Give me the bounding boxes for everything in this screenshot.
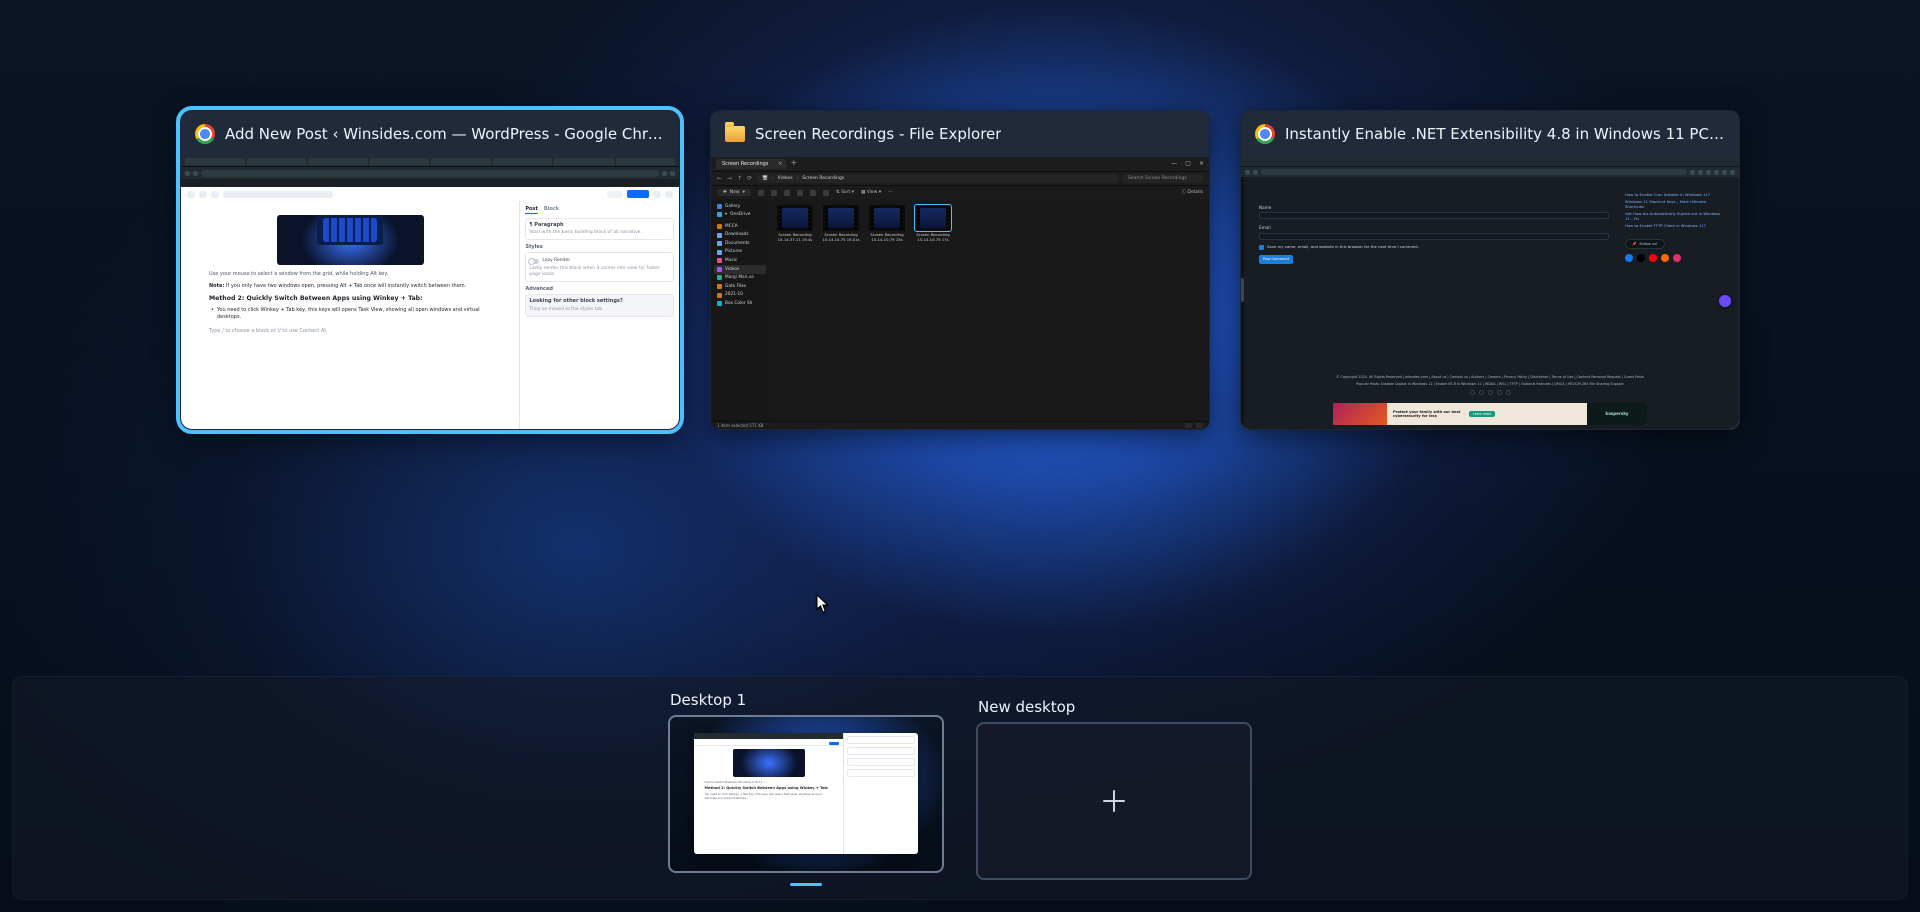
- file-item: Screen Recording 15-14.10.79 15s: [867, 205, 907, 243]
- browser-addressbar: [181, 167, 679, 179]
- explorer-command-bar: ✚ New ▾ ⇅ Sort ▾ ▦ View ▾ ⋯ ⓘ Details: [711, 185, 1209, 199]
- explorer-nav-pane: Gallery ▾ OneDrive MCCA Downloads Docume…: [711, 199, 769, 421]
- chrome-icon: [195, 124, 215, 144]
- new-tab-icon: ＋: [790, 159, 797, 168]
- method-heading: Method 2: Quickly Switch Between Apps us…: [209, 295, 491, 303]
- mouse-cursor: [816, 594, 830, 614]
- chrome-icon: [1255, 124, 1275, 144]
- window-title: Add New Post ‹ Winsides.com — WordPress …: [225, 125, 665, 143]
- wp-editor-content: Use your mouse to select a window from t…: [181, 201, 519, 429]
- scroll-top-fab: [1719, 295, 1731, 307]
- method-bullet: You need to click Winkey + Tab key, this…: [217, 307, 491, 320]
- explorer-file-grid: Screen Recording 15-14.37.11 19.4s Scree…: [769, 199, 1209, 421]
- breadcrumb: 🖥 › Videos › Screen Recordings: [757, 174, 1118, 183]
- window-thumb-chrome-wordpress[interactable]: Add New Post ‹ Winsides.com — WordPress …: [180, 110, 680, 430]
- virtual-desktops-strip: Desktop 1 How to Switch Between Windows …: [12, 676, 1908, 900]
- window-titlebar: Add New Post ‹ Winsides.com — WordPress …: [181, 111, 679, 157]
- desktop-preview: How to Switch Between Windows in W 11 – …: [670, 717, 942, 871]
- wp-editor-toolbar: [181, 187, 679, 201]
- window-preview: How to Enable Cron Installer in Windows …: [1241, 157, 1739, 429]
- publish-button: [627, 190, 649, 198]
- ad-banner: Protect your family with our best cybers…: [1333, 403, 1647, 425]
- window-titlebar: Instantly Enable .NET Extensibility 4.8 …: [1241, 111, 1739, 157]
- open-windows-row: Add New Post ‹ Winsides.com — WordPress …: [0, 110, 1920, 430]
- window-preview: Screen Recordings× ＋ —▢× ←→↑⟳ 🖥 › Videos…: [711, 157, 1209, 429]
- file-item: Screen Recording 15-14.10.79 17s: [913, 205, 953, 243]
- close-icon: ×: [1199, 160, 1204, 168]
- wp-adminbar: [181, 179, 679, 187]
- block-placeholder: Type / to choose a block or // to use Co…: [209, 328, 491, 335]
- post-comment-button: Post Comment: [1259, 255, 1293, 264]
- file-item: Screen Recording 15-14.10.75 19.01s: [821, 205, 861, 243]
- maximize-icon: ▢: [1185, 160, 1191, 168]
- window-thumb-file-explorer[interactable]: Screen Recordings - File Explorer Screen…: [710, 110, 1210, 430]
- file-item: Screen Recording 15-14.37.11 19.4s: [775, 205, 815, 243]
- folder-icon: [725, 124, 745, 144]
- desktop-thumb-current[interactable]: Desktop 1 How to Switch Between Windows …: [670, 691, 942, 886]
- desktop-label: New desktop: [978, 698, 1250, 716]
- image-caption: Use your mouse to select a window from t…: [209, 271, 491, 278]
- comment-form: Name Email Save my name, email, and webs…: [1259, 199, 1609, 264]
- window-title: Instantly Enable .NET Extensibility 4.8 …: [1285, 125, 1725, 143]
- follow-us-pill: 📌Follow us!: [1625, 239, 1665, 250]
- browser-addressbar: [1241, 166, 1739, 177]
- wp-breadcrumb: Post › Paragraph: [181, 429, 679, 430]
- minimize-icon: —: [1171, 160, 1177, 168]
- social-icons: [1625, 254, 1721, 262]
- window-titlebar: Screen Recordings - File Explorer: [711, 111, 1209, 157]
- desktop-label: Desktop 1: [670, 691, 942, 709]
- window-title: Screen Recordings - File Explorer: [755, 125, 1001, 143]
- site-footer: © Copyright 2024. All Rights Reserved | …: [1259, 375, 1721, 395]
- browser-tabstrip: [181, 157, 679, 167]
- search-input: Search Screen Recordings: [1123, 174, 1203, 183]
- article-sidebar: How to Enable Cron Installer in Windows …: [1625, 191, 1721, 262]
- window-preview: Use your mouse to select a window from t…: [181, 157, 679, 429]
- explorer-statusbar: 1 item selected 571 KB: [711, 421, 1209, 429]
- window-thumb-chrome-article[interactable]: Instantly Enable .NET Extensibility 4.8 …: [1240, 110, 1740, 430]
- explorer-tab: Screen Recordings×: [716, 159, 786, 170]
- new-desktop-button[interactable]: New desktop: [978, 698, 1250, 878]
- plus-icon: [1103, 790, 1125, 812]
- wp-sidebar: PostBlock ¶ Paragraph Start with the bas…: [519, 201, 679, 429]
